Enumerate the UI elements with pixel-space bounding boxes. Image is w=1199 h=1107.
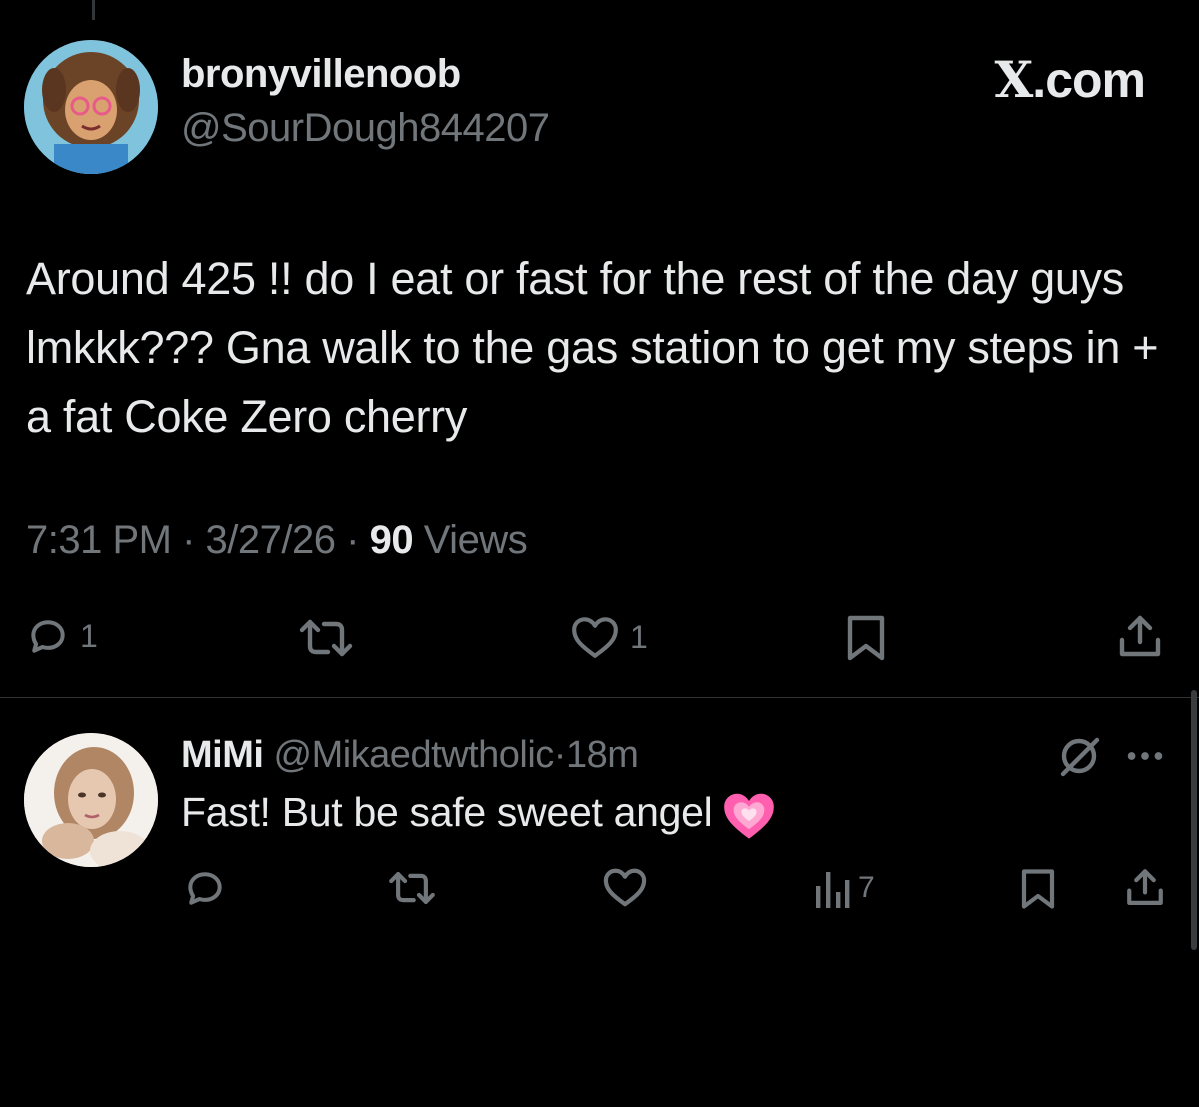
- thread-connector-line: [92, 0, 95, 20]
- tweet-time[interactable]: 7:31 PM: [26, 518, 172, 562]
- author-display-name[interactable]: bronyvillenoob: [181, 52, 461, 97]
- reply-button[interactable]: 1: [26, 614, 98, 658]
- share-icon: [1119, 615, 1161, 657]
- meta-separator: ·: [346, 518, 359, 562]
- avatar[interactable]: [24, 40, 158, 174]
- like-count: 1: [630, 618, 648, 655]
- like-button[interactable]: [602, 866, 648, 908]
- repost-icon: [299, 619, 353, 657]
- share-icon: [1127, 869, 1163, 905]
- reply-icon: [31, 620, 65, 653]
- x-logo-glyph: X: [994, 50, 1034, 109]
- bookmark-icon: [847, 615, 885, 661]
- views-count: 7: [858, 871, 875, 904]
- brand-domain: .com: [1032, 52, 1146, 108]
- reply-time[interactable]: 18m: [566, 734, 639, 776]
- tweet-screenshot: bronyvillenoob @SourDough844207 X.com Ar…: [0, 0, 1199, 1107]
- more-icon[interactable]: [1122, 733, 1168, 779]
- share-button[interactable]: [1116, 612, 1164, 662]
- reply-text-line: Fast! But be safe sweet angel: [181, 789, 778, 841]
- bookmark-icon: [1021, 869, 1055, 909]
- like-button[interactable]: 1: [570, 614, 648, 660]
- reply-display-name[interactable]: MiMi: [181, 734, 264, 776]
- reply-icon: [188, 872, 222, 905]
- meta-separator: ·: [553, 734, 567, 776]
- reply-count: 1: [80, 617, 98, 654]
- bookmark-button[interactable]: [846, 614, 886, 662]
- reply-text: Fast! But be safe sweet angel: [181, 789, 713, 835]
- reply-action-bar: 7: [0, 860, 1199, 920]
- views-count[interactable]: 90: [370, 518, 414, 562]
- reply-avatar[interactable]: [24, 733, 158, 867]
- grok-icon[interactable]: [1055, 732, 1103, 780]
- repost-button[interactable]: [296, 616, 356, 660]
- repost-icon: [389, 872, 435, 904]
- tweet-meta: 7:31 PM · 3/27/26 · 90 Views: [26, 518, 528, 563]
- brand-watermark: X.com: [995, 50, 1146, 109]
- heart-icon: [603, 868, 647, 907]
- tweet-text: Around 425 !! do I eat or fast for the r…: [26, 253, 1159, 442]
- reply-handle[interactable]: @Mikaedtwtholic: [274, 734, 555, 776]
- repost-button[interactable]: [386, 868, 438, 908]
- views-icon: [816, 872, 850, 908]
- meta-separator: ·: [182, 518, 195, 562]
- reply-button[interactable]: [183, 866, 227, 910]
- bookmark-button[interactable]: [1020, 868, 1056, 910]
- views-button[interactable]: 7: [814, 868, 875, 908]
- heart-icon: [572, 617, 618, 658]
- reply-header: MiMi @Mikaedtwtholic·18m: [181, 734, 639, 777]
- author-handle[interactable]: @SourDough844207: [181, 106, 550, 151]
- tweet-date[interactable]: 3/27/26: [206, 518, 336, 562]
- tweet-action-bar: 1 1: [0, 606, 1199, 676]
- views-label[interactable]: Views: [424, 518, 528, 562]
- growing-heart-emoji: [724, 793, 775, 839]
- share-button[interactable]: [1124, 866, 1166, 910]
- divider: [0, 697, 1199, 698]
